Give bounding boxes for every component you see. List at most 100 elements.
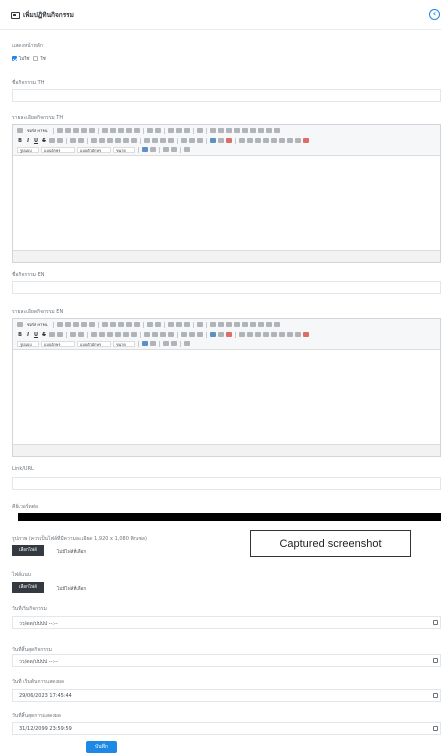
editor-content-area[interactable] [13, 156, 440, 250]
templates-icon[interactable] [89, 128, 95, 133]
new-page-icon[interactable] [65, 128, 71, 133]
paste-icon[interactable] [118, 322, 124, 327]
table-icon[interactable] [255, 138, 261, 143]
div-icon[interactable] [131, 332, 137, 337]
button-tool-icon[interactable] [258, 322, 264, 327]
publish-start-input[interactable]: 29/06/2023 17:45:44 [12, 689, 441, 702]
select-all-icon[interactable] [184, 128, 190, 133]
align-right-icon[interactable] [160, 332, 166, 337]
source-icon[interactable] [17, 128, 23, 133]
button-tool-icon[interactable] [258, 128, 264, 133]
blockquote-icon[interactable] [123, 138, 129, 143]
strike-icon[interactable]: S [41, 138, 47, 144]
calendar-picker-icon[interactable] [433, 726, 438, 731]
replace-icon[interactable] [176, 322, 182, 327]
maximize-icon[interactable] [163, 341, 169, 346]
italic-icon[interactable]: I [25, 332, 31, 338]
start-date-input[interactable]: วว/ดด/ปปปป --:-- [12, 616, 441, 629]
find-icon[interactable] [168, 128, 174, 133]
spellcheck-icon[interactable] [197, 128, 203, 133]
save-doc-icon[interactable] [57, 128, 63, 133]
attach-choose-file-button[interactable]: เลือกไฟล์ [12, 582, 44, 593]
paste-word-icon[interactable] [134, 322, 140, 327]
outdent-icon[interactable] [107, 138, 113, 143]
save-button[interactable]: บันทึก [86, 741, 117, 753]
link-icon[interactable] [210, 332, 216, 337]
textarea-icon[interactable] [242, 128, 248, 133]
ltr-icon[interactable] [181, 332, 187, 337]
arrow-left-circle-icon[interactable]: ‹ [429, 9, 440, 20]
indent-icon[interactable] [115, 138, 121, 143]
font-select[interactable]: แบบตัวอักษร [77, 340, 111, 347]
bold-icon[interactable]: B [17, 332, 23, 338]
iframe-icon[interactable] [295, 138, 301, 143]
calendar-picker-icon[interactable] [433, 658, 438, 663]
paste-text-icon[interactable] [126, 128, 132, 133]
outdent-icon[interactable] [107, 332, 113, 337]
select-tool-icon[interactable] [250, 128, 256, 133]
remove-format-icon[interactable] [78, 138, 84, 143]
checkbox-yes[interactable] [33, 56, 39, 61]
image-icon[interactable] [239, 332, 245, 337]
flash-icon[interactable] [247, 138, 253, 143]
format-select[interactable]: แบบอักษร [41, 340, 75, 347]
bulleted-list-icon[interactable] [99, 332, 105, 337]
checkbox-tool-icon[interactable] [218, 322, 224, 327]
find-icon[interactable] [168, 322, 174, 327]
checkbox-no[interactable] [12, 56, 17, 61]
checkbox-tool-icon[interactable] [218, 128, 224, 133]
form-icon[interactable] [210, 128, 216, 133]
form-icon[interactable] [210, 322, 216, 327]
ltr-icon[interactable] [181, 138, 187, 143]
source-icon[interactable] [17, 322, 23, 327]
image-choose-file-button[interactable]: เลือกไฟล์ [12, 545, 44, 556]
special-char-icon[interactable] [279, 332, 285, 337]
calendar-picker-icon[interactable] [433, 693, 438, 698]
superscript-icon[interactable] [57, 332, 63, 337]
numbered-list-icon[interactable] [91, 138, 97, 143]
align-center-icon[interactable] [152, 138, 158, 143]
preview-icon[interactable] [73, 128, 79, 133]
radio-icon[interactable] [226, 128, 232, 133]
bold-icon[interactable]: B [17, 138, 23, 144]
paste-text-icon[interactable] [126, 322, 132, 327]
hr-icon[interactable] [263, 332, 269, 337]
unlink-icon[interactable] [218, 138, 224, 143]
justify-icon[interactable] [168, 138, 174, 143]
smiley-icon[interactable] [271, 138, 277, 143]
rtl-icon[interactable] [189, 332, 195, 337]
special-char-icon[interactable] [279, 138, 285, 143]
youtube-icon[interactable] [303, 138, 309, 143]
help-icon[interactable] [184, 341, 190, 346]
format-select[interactable]: แบบอักษร [41, 146, 75, 153]
youtube-icon[interactable] [303, 332, 309, 337]
copy-format-icon[interactable] [70, 332, 76, 337]
styles-select[interactable]: รูปแบบ [17, 146, 39, 153]
anchor-icon[interactable] [226, 332, 232, 337]
language-icon[interactable] [197, 138, 203, 143]
size-select[interactable]: ขนาด [113, 340, 135, 347]
remove-format-icon[interactable] [78, 332, 84, 337]
link-url-input[interactable] [12, 477, 441, 490]
maximize-icon[interactable] [163, 147, 169, 152]
source-button[interactable]: ซอร์ส HTML [25, 322, 50, 328]
subscript-icon[interactable] [49, 138, 55, 143]
replace-icon[interactable] [176, 128, 182, 133]
div-icon[interactable] [131, 138, 137, 143]
smiley-icon[interactable] [271, 332, 277, 337]
table-icon[interactable] [255, 332, 261, 337]
select-all-icon[interactable] [184, 322, 190, 327]
paste-word-icon[interactable] [134, 128, 140, 133]
anchor-icon[interactable] [226, 138, 232, 143]
cut-icon[interactable] [102, 322, 108, 327]
link-icon[interactable] [210, 138, 216, 143]
option-no[interactable]: ไม่ใช่ [12, 55, 29, 62]
paste-icon[interactable] [118, 128, 124, 133]
source-button[interactable]: ซอร์ส HTML [25, 128, 50, 134]
redo-icon[interactable] [155, 128, 161, 133]
textfield-icon[interactable] [234, 128, 240, 133]
align-left-icon[interactable] [144, 332, 150, 337]
copy-icon[interactable] [110, 128, 116, 133]
new-page-icon[interactable] [65, 322, 71, 327]
radio-icon[interactable] [226, 322, 232, 327]
